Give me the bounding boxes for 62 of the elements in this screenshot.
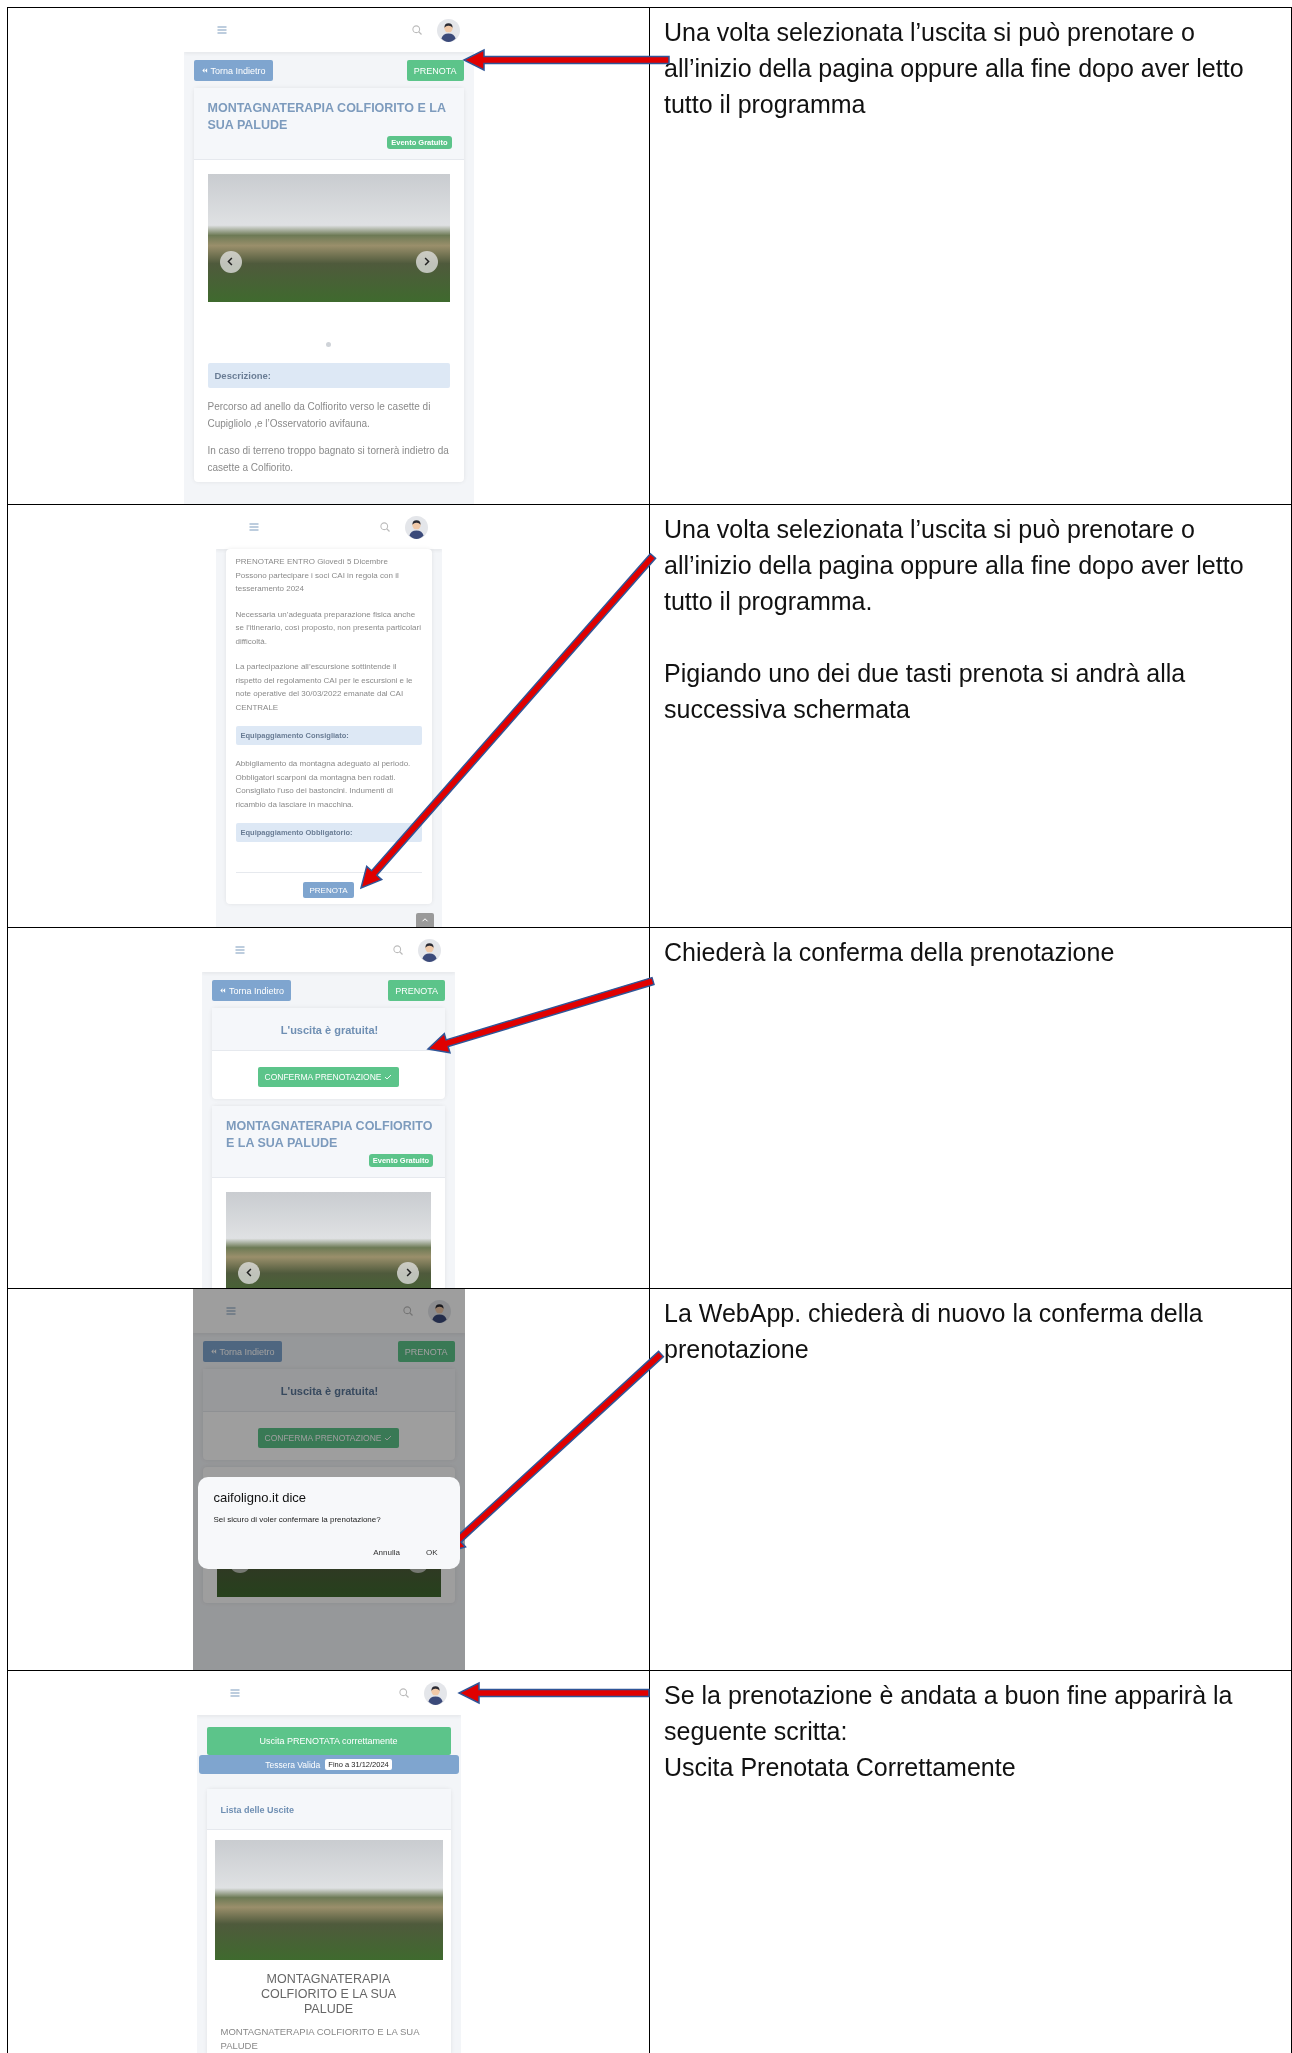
previous-button[interactable] (219, 250, 242, 273)
success-alert: Uscita PRENOTATA correttamente (206, 1727, 451, 1755)
menu-icon[interactable] (247, 521, 260, 533)
cancel-button[interactable]: Annulla (373, 1548, 400, 1557)
card-header-text: L'uscita è gratuita! (279, 1384, 380, 1399)
event-subtitle: MONTAGNATERAPIA COLFIORITO E LA SUA PALUDE (219, 2025, 421, 2053)
confirm-booking-button[interactable]: CONFERMA PRENOTAZIONE (257, 1428, 400, 1448)
instruction-text: Una volta selezionata l’uscita si può prenotare o all’inizio della pagina oppure alla fine dopo aver letto tutto il programma (664, 17, 1245, 120)
avatar-icon[interactable] (427, 1299, 451, 1323)
instruction-text: La WebApp. chiederà di nuovo la conferma della prenotazione (664, 1298, 1204, 1365)
next-button[interactable] (415, 250, 438, 273)
ok-button[interactable]: OK (425, 1548, 438, 1557)
card-header-text: L'uscita è gratuita! (279, 1023, 380, 1038)
scroll-top-button[interactable] (415, 913, 434, 927)
double-chevron-icon (209, 1348, 217, 1355)
membership-text: Tessera Valida (265, 1759, 321, 1770)
check-icon (384, 1434, 393, 1442)
back-button[interactable]: Torna Indietro (193, 60, 273, 81)
dialog-title: caifoligno.it dice (213, 1490, 307, 1505)
description-text: Abbigliamento da montagna adeguato al periodo. Obbligatori scarponi da montagna ben rodati. Consigliato l’uso dei bastoncini. Indumenti di ricambio da lasciare in macchina. (235, 758, 412, 811)
description-text: PRENOTARE ENTRO Giovedì 5 Dicembre Possono partecipare i soci CAI in regola con il tesseramento 2024 (235, 556, 400, 595)
search-icon[interactable] (410, 24, 423, 36)
carousel-indicator[interactable] (326, 342, 331, 347)
menu-icon[interactable] (215, 24, 228, 36)
double-chevron-icon (219, 987, 226, 994)
double-chevron-icon (200, 67, 208, 74)
instruction-text: Una volta selezionata l’uscita si può prenotare o all’inizio della pagina oppure alla fine dopo aver letto tutto il programma. (664, 514, 1245, 617)
avatar-icon[interactable] (436, 18, 460, 42)
dialog-message: Sei sicuro di voler confermare la prenotazione? (213, 1515, 382, 1524)
description-text: La partecipazione all’escursione sottintende il rispetto del regolamento CAI per le escursioni e le note operative del 30/03/2022 emanate dal CAI CENTRALE (235, 661, 414, 714)
event-title: MONTAGNATERAPIA COLFIORITO E LA SUA PALUDE (226, 1118, 433, 1152)
avatar-icon[interactable] (404, 515, 428, 539)
check-icon (384, 1073, 393, 1081)
event-title: MONTAGNATERAPIA COLFIORITO E LA SUA PALUDE (207, 100, 447, 134)
book-button[interactable]: PRENOTA (303, 882, 354, 898)
book-button[interactable]: PRENOTA (406, 60, 464, 81)
avatar-icon[interactable] (423, 1681, 447, 1705)
description-text: Percorso ad anello da Colfiorito verso le casette di Cupigliolo ,e l’Osservatorio avifauna. (207, 400, 432, 431)
back-button[interactable]: Torna Indietro (212, 980, 292, 1001)
instruction-text: Pigiando uno dei due tasti prenota si andrà alla successiva schermata (664, 658, 1187, 725)
search-icon[interactable] (378, 521, 391, 533)
instruction-text: Uscita Prenotata Correttamente (664, 1752, 1017, 1783)
search-icon[interactable] (401, 1305, 414, 1317)
book-button[interactable]: PRENOTA (397, 1341, 455, 1362)
avatar-icon[interactable] (418, 938, 441, 962)
menu-icon[interactable] (234, 944, 246, 956)
search-icon[interactable] (392, 944, 404, 956)
previous-button[interactable] (238, 1261, 260, 1284)
description-text: In caso di terreno troppo bagnato si tornerà indietro da casette a Colfiorito. (207, 444, 450, 475)
instruction-text: Chiederà la conferma della prenotazione (664, 937, 1116, 968)
search-icon[interactable] (397, 1687, 410, 1699)
book-button[interactable]: PRENOTA (388, 980, 445, 1001)
section-heading: Descrizione: (207, 363, 450, 388)
description-text: Necessaria un’adeguata preparazione fisica anche se l’itinerario, così proposto, non presenta particolari difficoltà. (235, 608, 422, 648)
back-button[interactable]: Torna Indietro (202, 1341, 282, 1362)
card-header-text: Lista delle Uscite (220, 1804, 296, 1817)
confirm-booking-button[interactable]: CONFERMA PRENOTAZIONE (257, 1067, 400, 1087)
menu-icon[interactable] (228, 1687, 241, 1699)
next-button[interactable] (397, 1261, 419, 1284)
instruction-text: Se la prenotazione è andata a buon fine apparirà la seguente scritta: (664, 1680, 1234, 1747)
event-title: MONTAGNATERAPIA COLFIORITO E LA SUA PALUDE (259, 1972, 398, 2017)
menu-icon[interactable] (224, 1305, 237, 1317)
